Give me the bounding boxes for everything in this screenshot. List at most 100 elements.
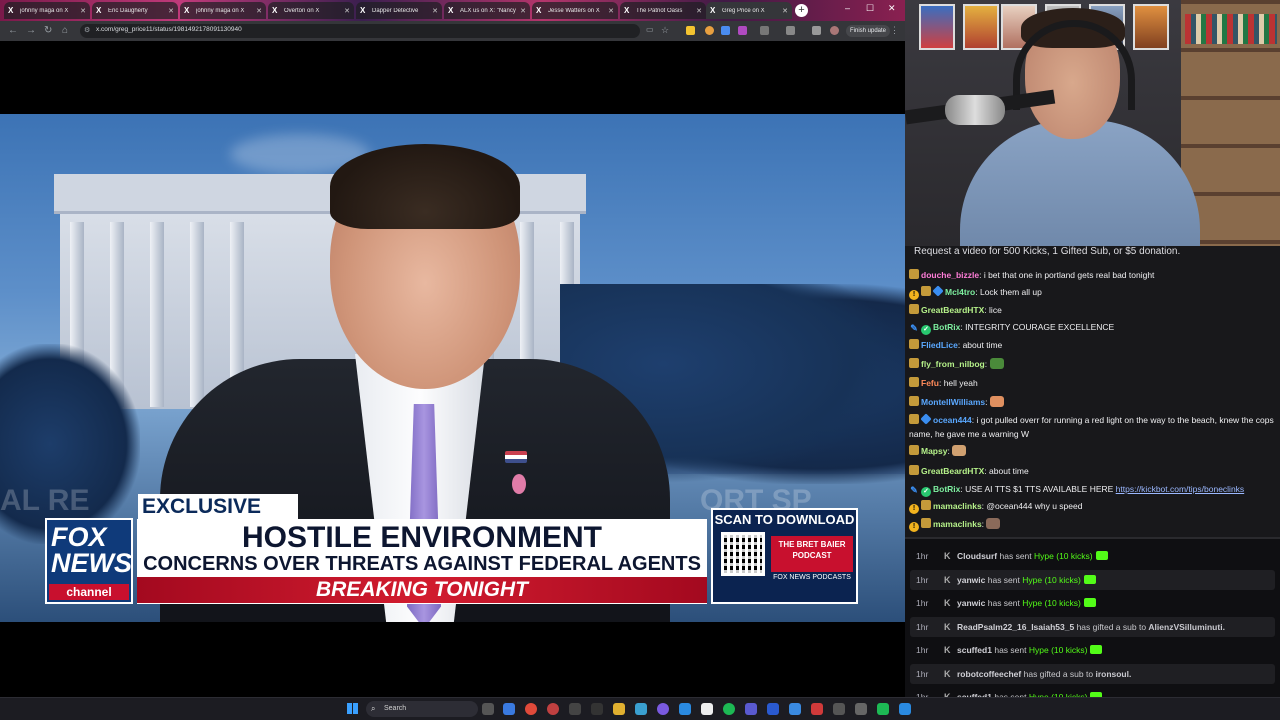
exclusive-tag: EXCLUSIVE	[138, 494, 298, 519]
event-time: 1hr	[916, 574, 929, 585]
close-icon[interactable]: ✕	[80, 7, 86, 15]
spotify-icon[interactable]	[723, 703, 735, 715]
maximize-icon[interactable]: ☐	[866, 3, 874, 14]
chat-message: ! mamaclinks: @ocean444 why u speed	[909, 500, 1277, 514]
browser-icon[interactable]	[503, 703, 515, 715]
file-explorer-icon[interactable]	[613, 703, 625, 715]
app-icon[interactable]	[745, 703, 757, 715]
menu-dots-icon[interactable]: ⋮	[890, 25, 899, 36]
app-icon[interactable]	[899, 703, 911, 715]
forward-icon[interactable]: →	[26, 25, 36, 36]
tab-3[interactable]: Xjohnny maga on X ✕	[180, 2, 266, 19]
app-icon[interactable]	[811, 703, 823, 715]
chat-username[interactable]: douche_bizzle	[921, 270, 979, 280]
site-info-icon[interactable]: ⚙	[84, 26, 90, 34]
chat-username[interactable]: MontellWilliams	[921, 397, 985, 407]
event-user[interactable]: yanwic	[957, 575, 985, 585]
close-icon[interactable]: ✕	[344, 7, 350, 15]
chat-username[interactable]: Fefu	[921, 378, 939, 388]
event-user[interactable]: yanwic	[957, 598, 985, 608]
sub-badge-icon	[921, 518, 931, 528]
event-action: has gifted a sub to	[1023, 668, 1094, 679]
install-icon[interactable]: ▭	[646, 25, 654, 34]
app-icon[interactable]	[569, 703, 581, 715]
close-icon[interactable]: ✕	[256, 7, 262, 15]
tab-9-active[interactable]: X Greg Price on X ✕	[706, 2, 792, 19]
podcast-promo: SCAN TO DOWNLOAD THE BRET BAIER PODCAST …	[711, 508, 858, 604]
event-row: 1hr Kyanwic has sent Hype (10 kicks)	[910, 593, 1275, 613]
word-icon[interactable]	[767, 703, 779, 715]
tab-1[interactable]: Xjohnny maga on X ✕	[4, 2, 90, 19]
kick-logo-icon	[1083, 574, 1096, 584]
discord-icon[interactable]	[657, 703, 669, 715]
search-label: Search	[384, 705, 407, 712]
tab-7[interactable]: X Jesse Watters on X ✕	[532, 2, 618, 19]
task-view-icon[interactable]	[482, 703, 494, 715]
extension-folder-icon[interactable]	[686, 26, 695, 35]
app-icon[interactable]	[701, 703, 713, 715]
chat-username[interactable]: GreatBeardHTX	[921, 305, 984, 315]
chat-username[interactable]: BotRix	[933, 322, 960, 332]
chat-username[interactable]: fly_from_nilbog	[921, 359, 985, 369]
chat-message: Mapsy:	[909, 445, 1277, 459]
close-icon[interactable]: ✕	[696, 7, 702, 15]
app-icon[interactable]	[635, 703, 647, 715]
app-icon[interactable]	[789, 703, 801, 715]
puzzle-icon[interactable]	[760, 26, 769, 35]
new-tab-button[interactable]: +	[795, 4, 808, 17]
chat-username[interactable]: BotRix	[933, 484, 960, 494]
tab-4[interactable]: X Overton on X ✕	[268, 2, 354, 19]
chat-banner: Request a video for 500 Kicks, 1 Gifted …	[914, 246, 1181, 257]
chat-text: hell yeah	[943, 378, 978, 388]
tab-8[interactable]: X The Patriot Oasis ✕	[620, 2, 706, 19]
tab-5[interactable]: X Dapper Detective ✕	[356, 2, 442, 19]
close-icon[interactable]: ✕	[782, 7, 788, 15]
back-icon[interactable]: ←	[8, 25, 18, 36]
tab-title: The Patriot Oasis	[636, 7, 683, 14]
app-icon[interactable]	[877, 703, 889, 715]
chat-link[interactable]: https://kickbot.com/tips/boneclinks	[1116, 484, 1245, 494]
chat-username[interactable]: mamaclinks	[933, 501, 982, 511]
promo-scan-label: SCAN TO DOWNLOAD	[714, 512, 855, 527]
chat-username[interactable]: ocean444	[933, 415, 972, 425]
tab-2[interactable]: X Eric Daugherty ✕	[92, 2, 178, 19]
chat-username[interactable]: Mapsy	[921, 446, 947, 456]
event-user[interactable]: Cloudsurf	[957, 551, 997, 561]
app-icon[interactable]	[855, 703, 867, 715]
minimize-icon[interactable]: –	[845, 3, 850, 13]
event-user[interactable]: robotcoffeechef	[957, 669, 1021, 679]
close-icon[interactable]: ✕	[168, 7, 174, 15]
extension-icon[interactable]	[705, 26, 714, 35]
event-user[interactable]: ReadPsalm22_16_Isaiah53_5	[957, 622, 1074, 632]
tab-title: ALX us on X: "Nancy	[460, 7, 516, 14]
sidepanel-icon[interactable]	[786, 26, 795, 35]
tab-6[interactable]: X ALX us on X: "Nancy ✕	[444, 2, 530, 19]
tab-title: Dapper Detective	[372, 7, 419, 14]
close-icon[interactable]: ✕	[608, 7, 614, 15]
video-player[interactable]: AL RE ORT SP EXCLUSIVE FOX NEWS channel	[0, 114, 905, 622]
downloads-icon[interactable]	[812, 26, 821, 35]
chat-username[interactable]: Mcl4tro	[945, 287, 975, 297]
chat-username[interactable]: GreatBeardHTX	[921, 466, 984, 476]
app-icon[interactable]	[833, 703, 845, 715]
close-icon[interactable]: ✕	[432, 7, 438, 15]
bookmark-star-icon[interactable]: ☆	[661, 25, 669, 36]
app-icon[interactable]	[679, 703, 691, 715]
finish-update-button[interactable]: Finish update	[846, 25, 891, 37]
x-logo-icon: X	[8, 6, 14, 15]
chat-username[interactable]: FliedLice	[921, 340, 958, 350]
close-icon[interactable]: ✕	[520, 7, 526, 15]
chat-username[interactable]: mamaclinks	[933, 519, 982, 529]
chrome-icon[interactable]	[547, 703, 559, 715]
extension-icon[interactable]	[721, 26, 730, 35]
profile-avatar[interactable]	[830, 26, 839, 35]
app-icon[interactable]	[591, 703, 603, 715]
event-user[interactable]: scuffed1	[957, 645, 992, 655]
chrome-icon[interactable]	[525, 703, 537, 715]
taskbar-search[interactable]: ⌕ Search	[366, 701, 478, 717]
extension-icon[interactable]	[738, 26, 747, 35]
windows-start-icon[interactable]	[347, 703, 358, 714]
close-window-icon[interactable]: ✕	[888, 3, 896, 14]
reload-icon[interactable]: ↻	[44, 25, 52, 36]
home-icon[interactable]: ⌂	[62, 25, 68, 36]
